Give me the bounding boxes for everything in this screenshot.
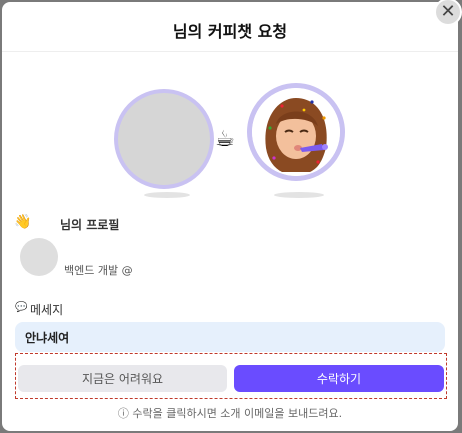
speech-bubble-icon: 💬 — [15, 302, 28, 313]
requester-avatar — [114, 89, 214, 189]
coffee-chat-dialog: 님의 커피챗 요청 ☕ 👋 님의 프로필 백엔드 개발 @ 💬 메세지 안냐세여… — [2, 2, 458, 431]
accept-button[interactable]: 수락하기 — [234, 365, 444, 392]
waving-hand-icon: 👋 — [14, 214, 32, 230]
dialog-title: 님의 커피챗 요청 — [172, 22, 288, 41]
profile-heading: 님의 프로필 — [60, 218, 120, 232]
message-heading: 메세지 — [30, 303, 64, 317]
profile-job: 백엔드 개발 @ — [64, 264, 133, 277]
decline-button[interactable]: 지금은 어려워요 — [18, 365, 227, 392]
requester-avatar-shadow — [144, 192, 190, 198]
header-divider — [2, 51, 458, 52]
memoji-face-icon — [252, 88, 340, 176]
accept-footnote: ⓘ 수락을 클릭하시면 소개 이메일을 보내드려요. — [117, 407, 343, 420]
coffee-icon: ☕ — [215, 127, 235, 152]
profile-avatar — [20, 238, 58, 276]
message-text: 안냐세여 — [15, 322, 445, 352]
memoji-avatar-shadow — [274, 192, 324, 198]
memoji-avatar — [247, 83, 345, 181]
